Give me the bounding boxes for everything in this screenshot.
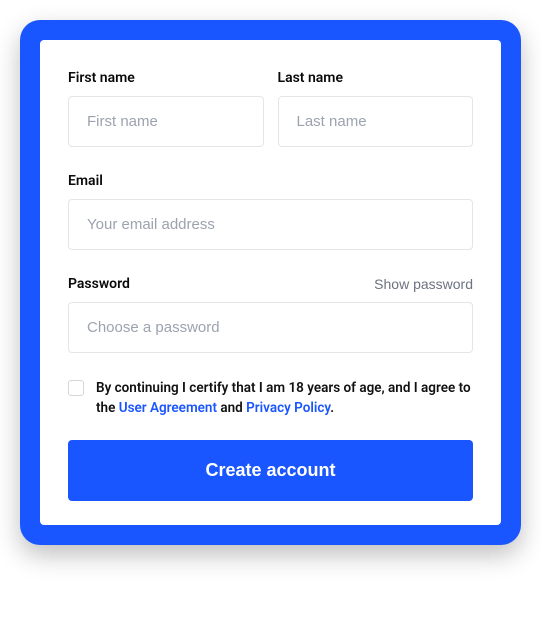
- password-label: Password: [68, 276, 130, 292]
- consent-mid: and: [217, 400, 246, 416]
- name-row: First name Last name: [68, 70, 473, 147]
- show-password-button[interactable]: Show password: [374, 276, 473, 292]
- password-input[interactable]: [68, 302, 473, 353]
- user-agreement-link[interactable]: User Agreement: [119, 400, 217, 416]
- last-name-label: Last name: [278, 70, 474, 86]
- consent-row: By continuing I certify that I am 18 yea…: [68, 379, 473, 418]
- privacy-policy-link[interactable]: Privacy Policy: [246, 400, 330, 416]
- email-field: Email: [68, 173, 473, 250]
- password-field: Password Show password: [68, 276, 473, 353]
- last-name-input[interactable]: [278, 96, 474, 147]
- form-container: First name Last name Email Password Show…: [20, 20, 521, 545]
- email-label: Email: [68, 173, 473, 189]
- first-name-input[interactable]: [68, 96, 264, 147]
- consent-text: By continuing I certify that I am 18 yea…: [96, 379, 473, 418]
- password-label-row: Password Show password: [68, 276, 473, 292]
- first-name-field: First name: [68, 70, 264, 147]
- email-input[interactable]: [68, 199, 473, 250]
- first-name-label: First name: [68, 70, 264, 86]
- consent-suffix: .: [330, 400, 334, 416]
- consent-checkbox[interactable]: [68, 380, 84, 396]
- last-name-field: Last name: [278, 70, 474, 147]
- signup-card: First name Last name Email Password Show…: [40, 40, 501, 525]
- create-account-button[interactable]: Create account: [68, 440, 473, 501]
